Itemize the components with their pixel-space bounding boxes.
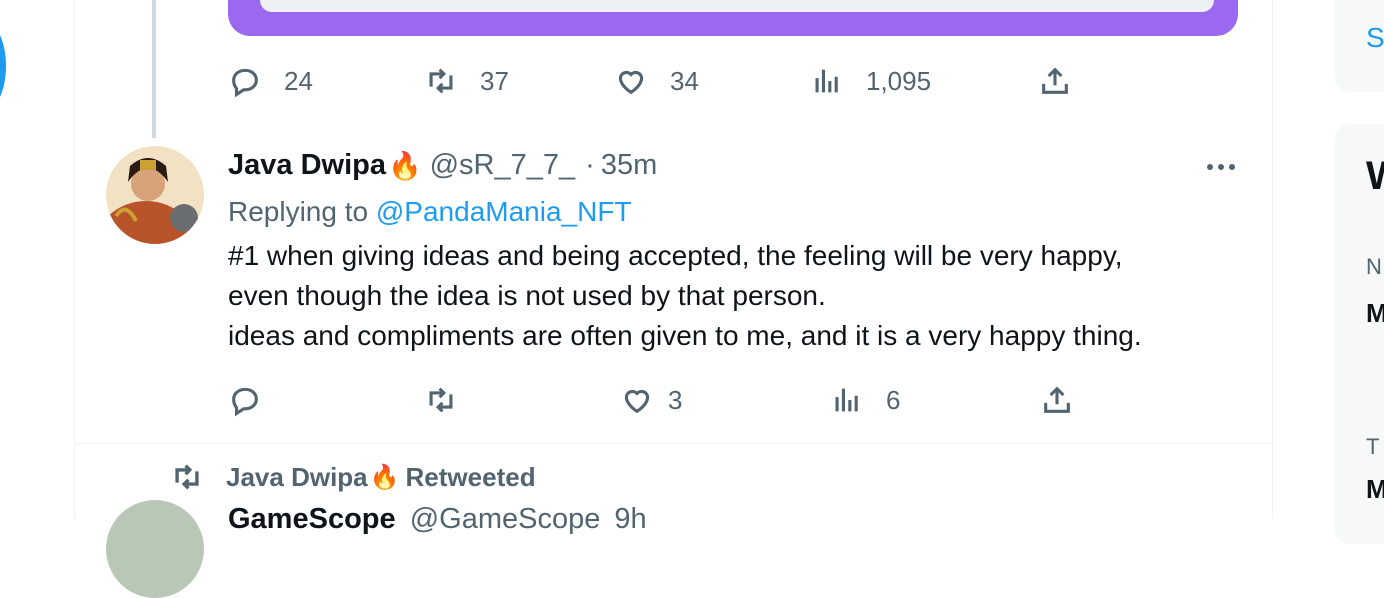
views-count: 1,095 [866, 65, 932, 96]
mention-link[interactable]: @PandaMania_NFT [376, 196, 632, 227]
avatar-image [106, 146, 204, 244]
heart-icon [624, 389, 650, 414]
reply-button[interactable] [228, 382, 284, 418]
trend-category: N [1366, 254, 1382, 279]
media-card[interactable] [228, 0, 1238, 36]
like-count: 34 [670, 65, 699, 96]
share-button[interactable] [1040, 382, 1074, 418]
sidebar-box-title: W [1366, 154, 1384, 199]
tweet-divider [74, 443, 1272, 444]
retweet-icon [429, 68, 453, 94]
share-icon [1044, 386, 1070, 413]
share-button[interactable] [1038, 63, 1072, 99]
trend-title[interactable]: M [1366, 474, 1384, 505]
retweet-icon [429, 387, 453, 413]
views-icon [815, 69, 838, 93]
prev-tweet-actions: 24 37 34 1,095 [228, 63, 1128, 99]
thread-connector-line [152, 0, 156, 138]
tweet-text-line: #1 when giving ideas and being accepted,… [228, 240, 1123, 271]
views-count: 6 [886, 384, 901, 415]
sidebar-trends-box: W N M T M [1334, 124, 1384, 544]
retweet-button[interactable]: 37 [424, 63, 509, 99]
like-button[interactable]: 3 [620, 382, 682, 418]
like-button[interactable]: 34 [614, 63, 699, 99]
retweet-banner: Java Dwipa 🔥 Retweeted [170, 460, 536, 494]
retweeted-label: Retweeted [405, 461, 536, 492]
like-count: 3 [668, 384, 683, 415]
avatar[interactable] [106, 500, 204, 598]
next-tweet-header: GameScope @GameScope 9h [228, 503, 647, 536]
more-options-icon[interactable] [1202, 152, 1242, 182]
media-card-inner [260, 0, 1214, 12]
trend-category: T [1366, 434, 1380, 459]
retweet-icon [175, 464, 199, 490]
trend-title[interactable]: M [1366, 298, 1384, 329]
header-separator: · [585, 149, 595, 181]
tweet-actions: 3 6 [228, 382, 1128, 418]
reply-count: 24 [284, 65, 313, 96]
tweet-text-line: ideas and compliments are often given to… [228, 320, 1142, 351]
retweet-button[interactable] [424, 382, 480, 418]
sidebar-top-card: S [1334, 0, 1384, 92]
author-name[interactable]: Java Dwipa [228, 149, 386, 182]
reply-icon [232, 68, 258, 98]
views-button[interactable]: 1,095 [810, 63, 931, 99]
heart-icon [618, 70, 644, 95]
share-icon [1042, 67, 1068, 94]
left-nav-button-partial[interactable] [0, 20, 6, 112]
tweet-header: Java Dwipa 🔥 @sR_7_7_ · 35m [228, 149, 657, 182]
tweet-text: #1 when giving ideas and being accepted,… [228, 236, 1258, 356]
views-button[interactable]: 6 [830, 382, 900, 418]
author-name[interactable]: GameScope [228, 503, 396, 535]
retweet-count: 37 [480, 65, 509, 96]
reply-icon [232, 387, 258, 417]
author-handle[interactable]: @sR_7_7_ [430, 149, 576, 182]
views-icon [835, 388, 858, 412]
replying-prefix: Replying to [228, 196, 369, 227]
fire-emoji-icon: 🔥 [369, 463, 400, 491]
retweeter-name[interactable]: Java Dwipa [226, 462, 368, 493]
avatar[interactable] [106, 146, 204, 244]
tweet-time[interactable]: 35m [601, 149, 657, 182]
reply-button[interactable]: 24 [228, 63, 313, 99]
author-handle[interactable]: @GameScope [410, 503, 601, 535]
tweet-text-line: even though the idea is not used by that… [228, 280, 826, 311]
replying-to: Replying to @PandaMania_NFT [228, 196, 632, 228]
fire-emoji-icon: 🔥 [387, 150, 422, 181]
sidebar-link[interactable]: S [1366, 22, 1384, 54]
tweet-time[interactable]: 9h [614, 503, 646, 535]
